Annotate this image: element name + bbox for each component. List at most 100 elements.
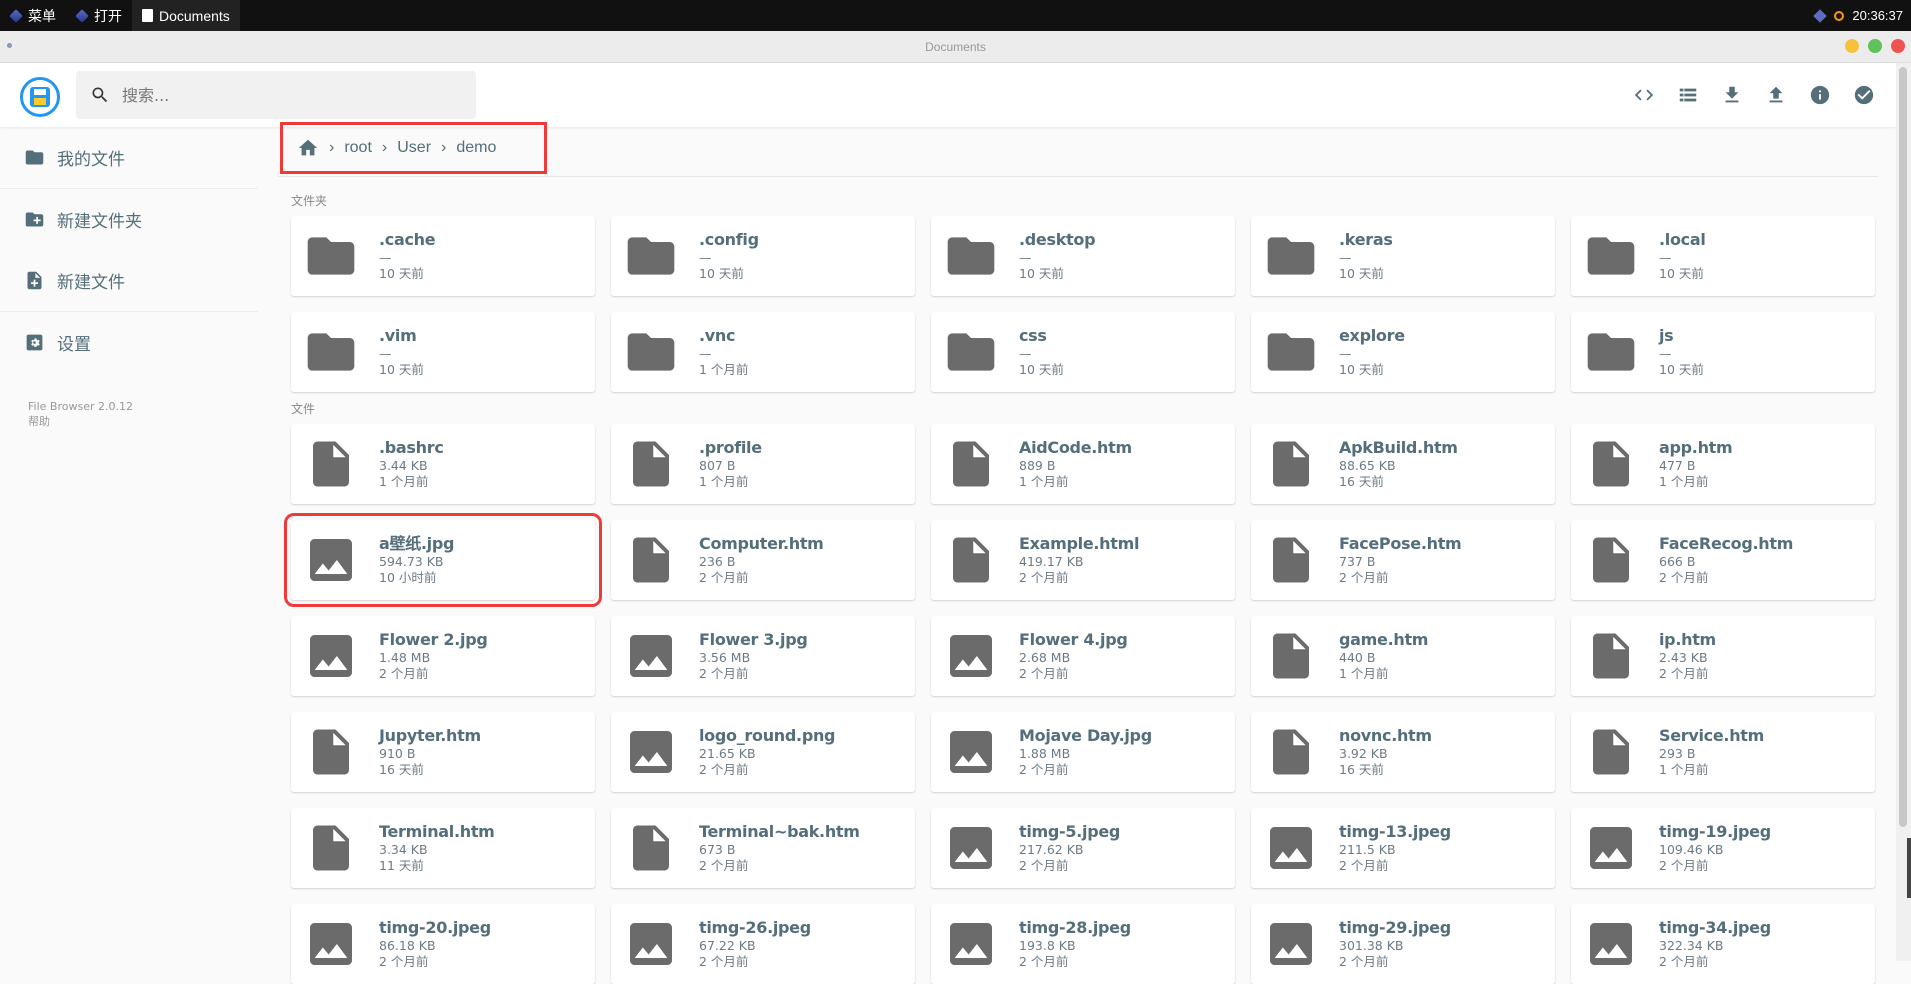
file-item-facerecog-htm[interactable]: FaceRecog.htm 666 B2 个月前 (1571, 520, 1875, 600)
window-menu-icon[interactable] (7, 43, 12, 48)
sidebar-item-new-file[interactable]: 新建文件 (0, 250, 262, 311)
file-item-timg-19-jpeg[interactable]: timg-19.jpeg 109.46 KB 2 个月前 (1571, 808, 1875, 888)
file-icon (303, 822, 359, 874)
file-item-flower-3-jpg[interactable]: Flower 3.jpg 3.56 MB 2 个月前 (611, 616, 915, 696)
code-view-button[interactable] (1632, 83, 1656, 107)
file-item-terminal-htm[interactable]: Terminal.htm 3.34 KB 11 天前 (291, 808, 595, 888)
folder-item-local[interactable]: .local —10 天前 (1571, 216, 1875, 296)
item-size: 3.92 KB (1339, 746, 1388, 761)
item-size: — (1339, 250, 1352, 265)
tray-app-icon[interactable] (1813, 8, 1828, 23)
file-item-facepose-htm[interactable]: FacePose.htm 737 B2 个月前 (1251, 520, 1555, 600)
breadcrumb-demo[interactable]: demo (456, 139, 496, 157)
list-view-button[interactable] (1676, 83, 1700, 107)
tray-search-icon[interactable] (1834, 10, 1845, 21)
folder-item-css[interactable]: css —10 天前 (931, 312, 1235, 392)
file-item-logo-round-png[interactable]: logo_round.png 21.65 KB 2 个月前 (611, 712, 915, 792)
item-name: Flower 4.jpg (1019, 630, 1128, 649)
sidebar-item-my-files[interactable]: 我的文件 (0, 127, 262, 188)
search-input[interactable] (122, 85, 452, 105)
taskbar-menu-button[interactable]: 菜单 (0, 0, 66, 31)
scrollbar[interactable] (1896, 63, 1911, 961)
file-item-service-htm[interactable]: Service.htm 293 B1 个月前 (1571, 712, 1875, 792)
file-item-timg-13-jpeg[interactable]: timg-13.jpeg 211.5 KB 2 个月前 (1251, 808, 1555, 888)
folder-item-explore[interactable]: explore —10 天前 (1251, 312, 1555, 392)
file-item-timg-34-jpeg[interactable]: timg-34.jpeg 322.34 KB 2 个月前 (1571, 904, 1875, 984)
list-view-icon (1679, 88, 1697, 102)
window-titlebar[interactable]: Documents (0, 31, 1911, 63)
file-icon (623, 822, 679, 874)
item-size: 88.65 KB (1339, 458, 1396, 473)
item-name: Flower 3.jpg (699, 630, 808, 649)
item-meta: .config —10 天前 (699, 230, 759, 282)
item-name: js (1659, 326, 1674, 345)
sidebar-item-new-folder[interactable]: 新建文件夹 (0, 189, 262, 250)
settings-icon (26, 334, 43, 351)
version-link[interactable]: File Browser 2.0.12 (28, 399, 133, 414)
file-item-novnc-htm[interactable]: novnc.htm 3.92 KB 16 天前 (1251, 712, 1555, 792)
item-modified: 16 天前 (1339, 474, 1384, 489)
item-size: — (699, 250, 712, 265)
image-icon (943, 918, 999, 970)
file-item-apkbuild-htm[interactable]: ApkBuild.htm 88.65 KB 16 天前 (1251, 424, 1555, 504)
file-item-flower-4-jpg[interactable]: Flower 4.jpg 2.68 MB 2 个月前 (931, 616, 1235, 696)
item-meta: timg-34.jpeg 322.34 KB 2 个月前 (1659, 918, 1771, 970)
new-file-icon (27, 271, 42, 290)
item-size: 419.17 KB (1019, 554, 1084, 569)
item-meta: css —10 天前 (1019, 326, 1064, 378)
file-item-jupyter-htm[interactable]: Jupyter.htm 910 B 16 天前 (291, 712, 595, 792)
breadcrumb-user[interactable]: User (397, 139, 431, 157)
file-item-timg-26-jpeg[interactable]: timg-26.jpeg 67.22 KB 2 个月前 (611, 904, 915, 984)
file-icon (303, 726, 359, 778)
maximize-button[interactable] (1868, 39, 1882, 53)
download-button[interactable] (1720, 83, 1744, 107)
upload-button[interactable] (1764, 83, 1788, 107)
info-button[interactable] (1808, 83, 1832, 107)
folder-item-keras[interactable]: .keras —10 天前 (1251, 216, 1555, 296)
sidebar-item-label: 新建文件 (57, 273, 125, 293)
code-view-icon (1634, 89, 1654, 101)
taskbar-window-documents[interactable]: Documents (132, 0, 240, 31)
file-item-ip-htm[interactable]: ip.htm 2.43 KB 2 个月前 (1571, 616, 1875, 696)
breadcrumb-root[interactable]: root (344, 139, 372, 157)
filebrowser-logo[interactable] (20, 77, 60, 117)
folder-item-vim[interactable]: .vim —10 天前 (291, 312, 595, 392)
file-item-computer-htm[interactable]: Computer.htm 236 B2 个月前 (611, 520, 915, 600)
item-modified: 2 个月前 (379, 954, 429, 969)
folder-item-config[interactable]: .config —10 天前 (611, 216, 915, 296)
file-icon (1263, 726, 1319, 778)
file-icon (1263, 630, 1319, 682)
item-modified: 2 个月前 (1019, 954, 1069, 969)
file-item-bashrc[interactable]: .bashrc 3.44 KB 1 个月前 (291, 424, 595, 504)
folder-item-desktop[interactable]: .desktop —10 天前 (931, 216, 1235, 296)
file-item-flower-2-jpg[interactable]: Flower 2.jpg 1.48 MB 2 个月前 (291, 616, 595, 696)
item-size: — (1339, 346, 1352, 361)
select-button[interactable] (1852, 83, 1876, 107)
home-icon[interactable] (297, 137, 319, 159)
file-item-a-jpg[interactable]: a壁纸.jpg 594.73 KB 10 小时前 (284, 513, 602, 607)
file-item-example-html[interactable]: Example.html 419.17 KB 2 个月前 (931, 520, 1235, 600)
scrollbar-thumb[interactable] (1899, 67, 1907, 827)
file-item-timg-20-jpeg[interactable]: timg-20.jpeg 86.18 KB 2 个月前 (291, 904, 595, 984)
folder-item-cache[interactable]: .cache —10 天前 (291, 216, 595, 296)
file-item-game-htm[interactable]: game.htm 440 B1 个月前 (1251, 616, 1555, 696)
minimize-button[interactable] (1845, 39, 1859, 53)
file-item-timg-29-jpeg[interactable]: timg-29.jpeg 301.38 KB 2 个月前 (1251, 904, 1555, 984)
file-item-timg-5-jpeg[interactable]: timg-5.jpeg 217.62 KB 2 个月前 (931, 808, 1235, 888)
help-link[interactable]: 帮助 (28, 414, 133, 429)
close-button[interactable] (1891, 39, 1905, 53)
folder-icon (1263, 230, 1319, 282)
item-name: timg-29.jpeg (1339, 918, 1451, 937)
file-item-aidcode-htm[interactable]: AidCode.htm 889 B1 个月前 (931, 424, 1235, 504)
search-bar[interactable] (76, 71, 476, 119)
folder-item-js[interactable]: js —10 天前 (1571, 312, 1875, 392)
folder-item-vnc[interactable]: .vnc —1 个月前 (611, 312, 915, 392)
file-item-mojave-day-jpg[interactable]: Mojave Day.jpg 1.88 MB 2 个月前 (931, 712, 1235, 792)
sidebar-item-settings[interactable]: 设置 (0, 312, 262, 373)
file-item-app-htm[interactable]: app.htm 477 B1 个月前 (1571, 424, 1875, 504)
file-item-terminal-bak-htm[interactable]: Terminal~bak.htm 673 B2 个月前 (611, 808, 915, 888)
taskbar-open-button[interactable]: 打开 (66, 0, 132, 31)
file-item-profile[interactable]: .profile 807 B1 个月前 (611, 424, 915, 504)
file-item-timg-28-jpeg[interactable]: timg-28.jpeg 193.8 KB 2 个月前 (931, 904, 1235, 984)
open-icon (75, 8, 89, 23)
